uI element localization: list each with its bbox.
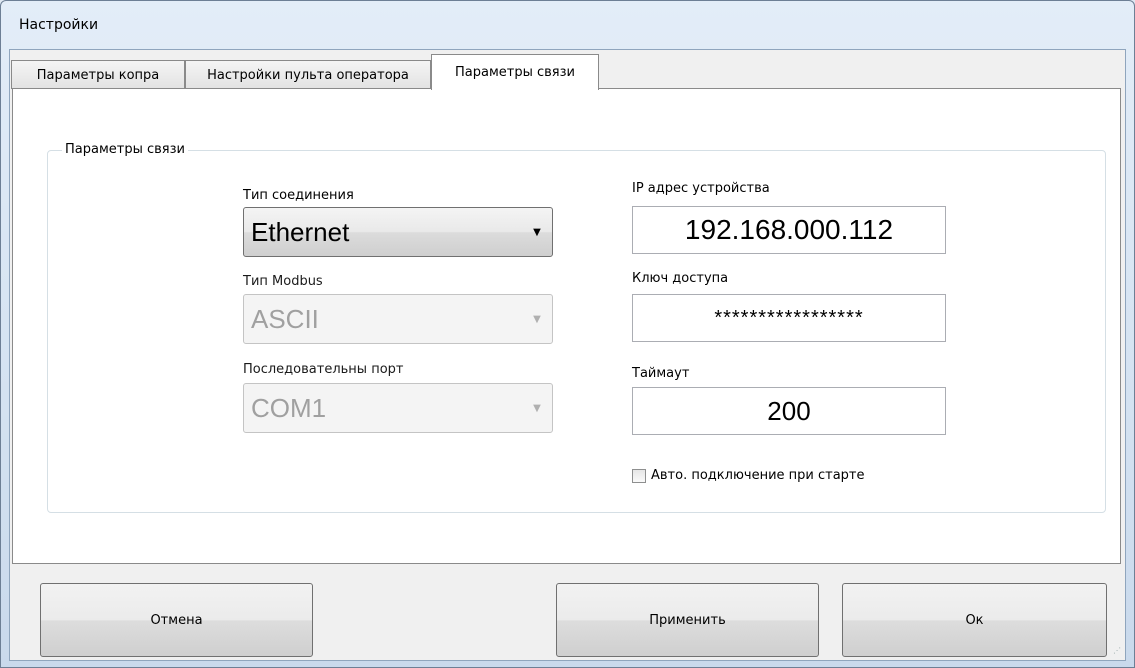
apply-button[interactable]: Применить bbox=[556, 583, 819, 657]
cancel-button-label: Отмена bbox=[150, 612, 203, 628]
apply-button-label: Применить bbox=[649, 612, 726, 628]
resize-grip-icon[interactable]: ⋰ bbox=[1111, 646, 1121, 656]
ip-address-field[interactable]: 192.168.000.112 bbox=[632, 206, 946, 254]
connection-type-value: Ethernet bbox=[251, 216, 350, 247]
connection-type-label: Тип соединения bbox=[243, 188, 354, 203]
connection-groupbox: Параметры связи bbox=[47, 142, 1106, 513]
ip-address-label: IP адрес устройства bbox=[632, 181, 770, 196]
timeout-label: Таймаут bbox=[632, 366, 690, 381]
chevron-down-icon: ▼ bbox=[533, 402, 541, 414]
ok-button[interactable]: Ок bbox=[842, 583, 1107, 657]
timeout-field[interactable]: 200 bbox=[632, 387, 946, 435]
tab-label: Параметры связи bbox=[455, 65, 575, 80]
serial-port-label: Последовательны порт bbox=[243, 362, 404, 377]
tab-copra-parameters[interactable]: Параметры копра bbox=[11, 60, 185, 89]
tab-operator-panel-settings[interactable]: Настройки пульта оператора bbox=[185, 60, 431, 89]
tab-label: Параметры копра bbox=[36, 67, 160, 83]
cancel-button[interactable]: Отмена bbox=[40, 583, 313, 657]
title-bar[interactable]: Настройки bbox=[1, 1, 1134, 47]
tab-connection-parameters[interactable]: Параметры связи bbox=[431, 54, 599, 90]
modbus-type-select[interactable]: ASCII ▼ bbox=[243, 294, 553, 344]
settings-window: Настройки Параметры копра Настройки пуль… bbox=[0, 0, 1135, 668]
serial-port-select[interactable]: COM1 ▼ bbox=[243, 383, 553, 433]
chevron-down-icon: ▼ bbox=[533, 313, 541, 325]
access-key-label: Ключ доступа bbox=[632, 271, 729, 286]
auto-connect-checkbox[interactable] bbox=[632, 469, 646, 483]
window-title: Настройки bbox=[19, 17, 99, 33]
serial-port-value: COM1 bbox=[251, 392, 327, 423]
tab-label: Настройки пульта оператора bbox=[207, 67, 409, 83]
tab-page-connection: Параметры связи Тип соединения Ethernet … bbox=[12, 88, 1121, 564]
modbus-type-value: ASCII bbox=[251, 303, 319, 334]
modbus-type-label: Тип Modbus bbox=[243, 274, 323, 289]
auto-connect-label[interactable]: Авто. подключение при старте bbox=[651, 468, 865, 483]
ok-button-label: Ок bbox=[965, 612, 984, 628]
window-client-area: Параметры копра Настройки пульта операто… bbox=[9, 49, 1126, 661]
chevron-down-icon: ▼ bbox=[533, 226, 541, 238]
access-key-field[interactable]: ***************** bbox=[632, 294, 946, 342]
connection-type-select[interactable]: Ethernet ▼ bbox=[243, 207, 553, 257]
groupbox-title: Параметры связи bbox=[62, 142, 188, 157]
